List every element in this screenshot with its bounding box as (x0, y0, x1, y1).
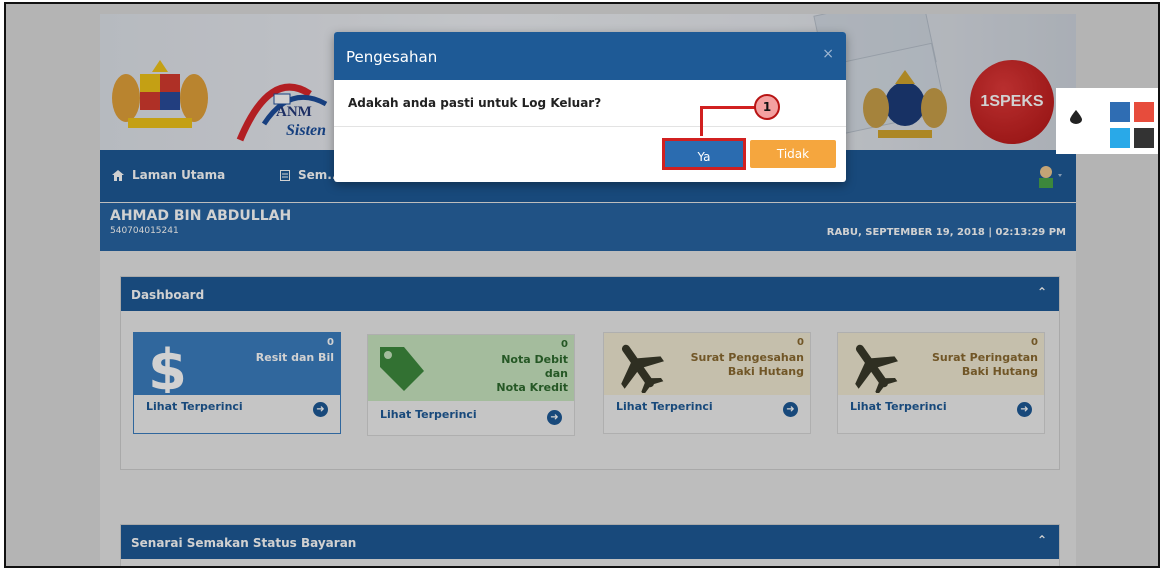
close-icon[interactable]: × (822, 46, 834, 62)
ya-button[interactable]: Ya (662, 138, 746, 170)
modal-title: Pengesahan (346, 48, 438, 66)
modal-header: Pengesahan × (334, 32, 846, 80)
theme-swatch-light-blue[interactable] (1110, 128, 1130, 148)
theme-swatch-red[interactable] (1134, 102, 1154, 122)
callout-line (700, 106, 756, 109)
modal-divider (334, 126, 846, 127)
droplet-icon[interactable] (1070, 110, 1082, 124)
theme-picker (1056, 88, 1158, 154)
screenshot-frame: ANM Sisten 1SPEKS Laman Utama Sem... AHM… (4, 2, 1160, 568)
callout-line (700, 106, 703, 136)
theme-swatch-dark[interactable] (1134, 128, 1154, 148)
step-callout-badge: 1 (754, 94, 780, 120)
tidak-button[interactable]: Tidak (750, 140, 836, 168)
modal-message: Adakah anda pasti untuk Log Keluar? (348, 96, 602, 110)
theme-swatch-blue[interactable] (1110, 102, 1130, 122)
